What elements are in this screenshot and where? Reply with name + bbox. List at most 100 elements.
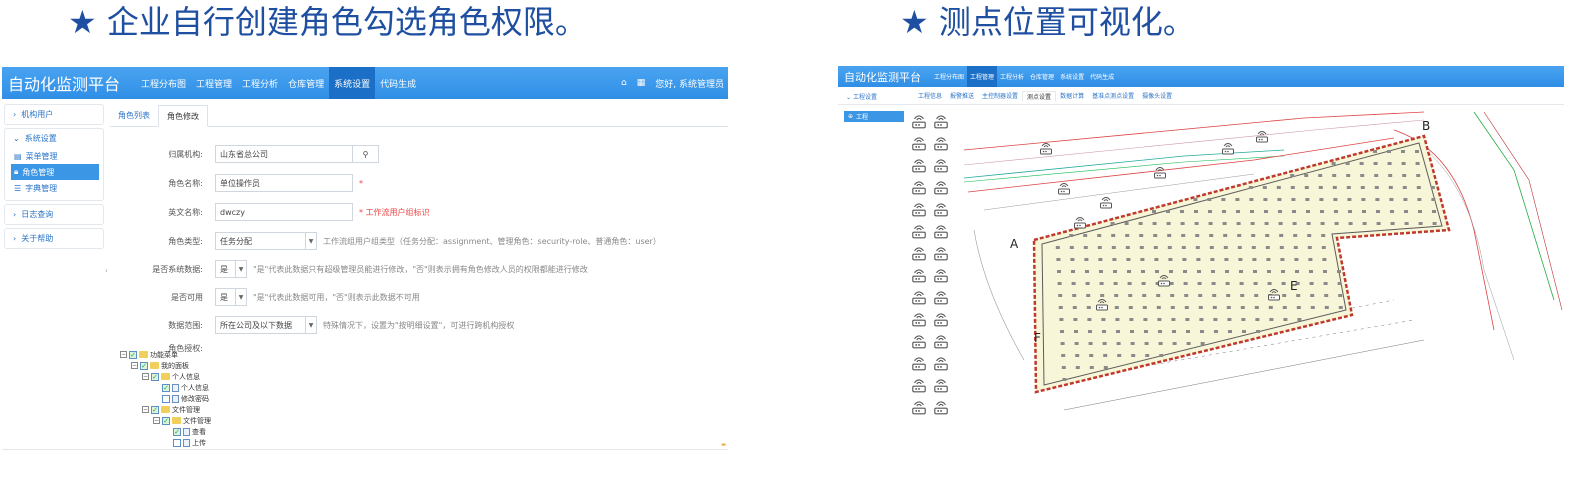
tree-node[interactable]: 修改密码 bbox=[120, 393, 211, 404]
nav-project-management[interactable]: 工程管理 bbox=[967, 66, 998, 87]
wireless-sensor-icon[interactable] bbox=[910, 134, 928, 152]
nav-system-settings[interactable]: 系统设置 bbox=[329, 67, 376, 99]
wireless-sensor-icon[interactable] bbox=[910, 200, 928, 218]
wireless-sensor-icon[interactable] bbox=[932, 156, 950, 174]
tab-project-info[interactable]: 工程信息 bbox=[914, 91, 946, 102]
wireless-sensor-icon[interactable] bbox=[910, 178, 928, 196]
nav-code-generation[interactable]: 代码生成 bbox=[375, 67, 421, 99]
wireless-sensor-icon[interactable] bbox=[910, 112, 928, 130]
grid-icon[interactable]: ▦ bbox=[637, 78, 646, 88]
tree-checkbox[interactable]: ✓ bbox=[162, 383, 170, 392]
wireless-sensor-icon[interactable] bbox=[910, 288, 928, 306]
wireless-sensor-icon[interactable] bbox=[932, 354, 950, 372]
tree-collapse-icon[interactable]: − bbox=[120, 351, 127, 358]
tree-node[interactable]: − ✓ 个人信息 bbox=[120, 371, 211, 382]
sidebar-item-role-management[interactable]: 🔒︎ 角色管理 bbox=[11, 164, 99, 180]
tab-point-settings[interactable]: 测点设置 bbox=[1022, 91, 1057, 102]
placed-sensor[interactable] bbox=[1058, 183, 1070, 195]
search-button[interactable]: ⚲ bbox=[353, 145, 379, 163]
home-icon[interactable]: ⌂ bbox=[621, 78, 627, 88]
wireless-sensor-icon[interactable] bbox=[910, 222, 928, 240]
tab-role-edit[interactable]: 角色修改 bbox=[158, 105, 208, 127]
side-title[interactable]: ⌄ 工程设置 bbox=[838, 92, 904, 101]
placed-sensor[interactable] bbox=[1154, 167, 1166, 179]
wireless-sensor-icon[interactable] bbox=[932, 222, 950, 240]
tab-role-list[interactable]: 角色列表 bbox=[110, 104, 158, 126]
tree-node[interactable]: − ✓ 功能菜单 bbox=[120, 349, 211, 360]
nav-system-settings[interactable]: 系统设置 bbox=[1057, 66, 1087, 87]
nav-project-map[interactable]: 工程分布图 bbox=[931, 66, 967, 87]
placed-sensor[interactable] bbox=[1100, 197, 1112, 209]
tree-collapse-icon[interactable]: − bbox=[131, 362, 138, 369]
tree-node[interactable]: − ✓ 我的面板 bbox=[120, 360, 211, 371]
tree-checkbox[interactable]: ✓ bbox=[151, 405, 159, 414]
tree-node[interactable]: − ✓ 文件管理 bbox=[120, 415, 211, 426]
wireless-sensor-icon[interactable] bbox=[932, 112, 950, 130]
tree-checkbox[interactable]: ✓ bbox=[151, 372, 159, 381]
wireless-sensor-icon[interactable] bbox=[932, 398, 950, 416]
tree-checkbox[interactable]: ✓ bbox=[173, 427, 181, 436]
tree-checkbox[interactable] bbox=[173, 438, 181, 447]
tree-node[interactable]: ✓ 个人信息 bbox=[120, 382, 211, 393]
tree-collapse-icon[interactable]: − bbox=[142, 406, 149, 413]
tree-node[interactable]: 上传 bbox=[120, 437, 211, 448]
wireless-sensor-icon[interactable] bbox=[910, 310, 928, 328]
greeting[interactable]: 您好, 系统管理员 bbox=[655, 77, 724, 90]
wireless-sensor-icon[interactable] bbox=[932, 310, 950, 328]
usable-select[interactable]: 是 ▼ bbox=[215, 288, 247, 306]
tree-node[interactable]: ✓ 查看 bbox=[120, 426, 211, 437]
sidebar-header-org-users[interactable]: › 机构用户 bbox=[5, 105, 103, 124]
tree-checkbox[interactable]: ✓ bbox=[129, 350, 137, 359]
tab-camera-settings[interactable]: 摄像头设置 bbox=[1138, 91, 1176, 102]
nav-project-management[interactable]: 工程管理 bbox=[191, 67, 237, 99]
nav-project-analysis[interactable]: 工程分析 bbox=[997, 66, 1027, 87]
wireless-sensor-icon[interactable] bbox=[932, 332, 950, 350]
role-type-select[interactable]: 任务分配 ▼ bbox=[215, 232, 317, 250]
tab-benchmark-settings[interactable]: 基准点测点设置 bbox=[1088, 91, 1138, 102]
wireless-sensor-icon[interactable] bbox=[910, 244, 928, 262]
wireless-sensor-icon[interactable] bbox=[910, 354, 928, 372]
nav-code-generation[interactable]: 代码生成 bbox=[1087, 66, 1117, 87]
wireless-sensor-icon[interactable] bbox=[910, 156, 928, 174]
placed-sensor[interactable] bbox=[1256, 131, 1268, 143]
tree-collapse-icon[interactable]: − bbox=[153, 417, 160, 424]
tree-checkbox[interactable]: ✓ bbox=[162, 416, 170, 425]
app-brand[interactable]: 自动化监测平台 bbox=[2, 71, 128, 95]
wireless-sensor-icon[interactable] bbox=[932, 200, 950, 218]
nav-project-map[interactable]: 工程分布图 bbox=[136, 67, 191, 99]
placed-sensor[interactable] bbox=[1040, 143, 1052, 155]
placed-sensor[interactable] bbox=[1222, 143, 1234, 155]
tab-controller-settings[interactable]: 主控制器设置 bbox=[978, 91, 1022, 102]
wireless-sensor-icon[interactable] bbox=[910, 332, 928, 350]
placed-sensor[interactable] bbox=[1074, 217, 1086, 229]
wireless-sensor-icon[interactable] bbox=[910, 266, 928, 284]
tab-data-calc[interactable]: 数据计算 bbox=[1056, 91, 1088, 102]
tree-checkbox[interactable] bbox=[162, 394, 170, 403]
org-input[interactable]: 山东省总公司 bbox=[215, 145, 353, 163]
sidebar-header-about-help[interactable]: › 关于帮助 bbox=[5, 229, 103, 248]
wireless-sensor-icon[interactable] bbox=[932, 288, 950, 306]
sidebar-header-system-settings[interactable]: ⌄ 系统设置 bbox=[5, 129, 103, 148]
system-data-select[interactable]: 是 ▼ bbox=[215, 260, 247, 278]
wireless-sensor-icon[interactable] bbox=[932, 134, 950, 152]
wireless-sensor-icon[interactable] bbox=[910, 376, 928, 394]
project-tree-item[interactable]: ⊕ 工程 bbox=[844, 111, 904, 122]
role-name-input[interactable]: 单位操作员 bbox=[215, 174, 353, 192]
wireless-sensor-icon[interactable] bbox=[910, 398, 928, 416]
tab-alarm-push[interactable]: 报警推送 bbox=[946, 91, 978, 102]
data-scope-select[interactable]: 所在公司及以下数据 ▼ bbox=[215, 316, 317, 334]
wireless-sensor-icon[interactable] bbox=[932, 266, 950, 284]
nav-warehouse[interactable]: 仓库管理 bbox=[1027, 66, 1057, 87]
wireless-sensor-icon[interactable] bbox=[932, 244, 950, 262]
tree-node[interactable]: − ✓ 文件管理 bbox=[120, 404, 211, 415]
nav-warehouse[interactable]: 仓库管理 bbox=[283, 67, 329, 99]
sidebar-item-dictionary-management[interactable]: ☰ 字典管理 bbox=[5, 180, 103, 196]
nav-project-analysis[interactable]: 工程分析 bbox=[237, 67, 283, 99]
sidebar-collapse-handle[interactable]: ‹ bbox=[105, 267, 108, 275]
tree-collapse-icon[interactable]: − bbox=[142, 373, 149, 380]
wireless-sensor-icon[interactable] bbox=[932, 376, 950, 394]
wireless-sensor-icon[interactable] bbox=[932, 178, 950, 196]
app-brand[interactable]: 自动化监测平台 bbox=[838, 69, 927, 85]
sidebar-header-log-query[interactable]: › 日志查询 bbox=[5, 205, 103, 224]
site-plan-map[interactable]: A B E F bbox=[954, 110, 1564, 416]
